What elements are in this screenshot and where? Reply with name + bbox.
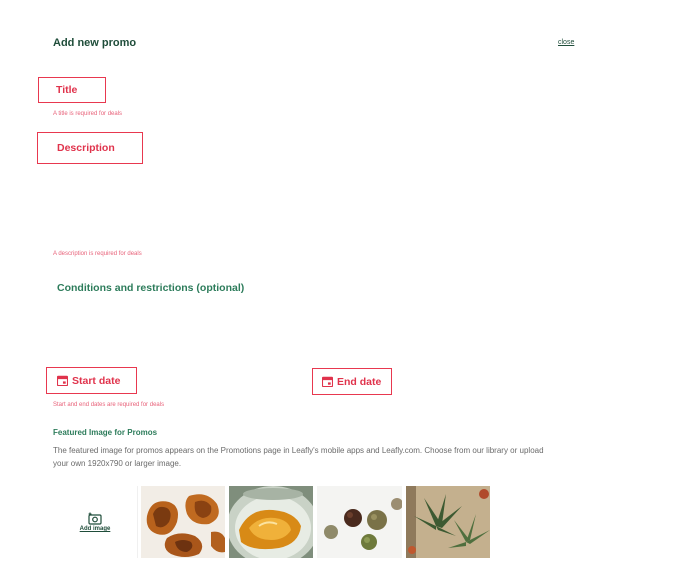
title-input[interactable]: Title	[38, 77, 106, 103]
featured-image-description: The featured image for promos appears on…	[53, 444, 613, 470]
description-error: A description is required for deals	[53, 251, 142, 257]
calendar-icon	[57, 375, 68, 386]
conditions-input[interactable]: Conditions and restrictions (optional)	[52, 278, 612, 338]
calendar-icon	[322, 376, 333, 387]
close-link[interactable]: close	[558, 39, 574, 46]
library-image-2[interactable]	[229, 486, 313, 558]
end-date-label: End date	[337, 375, 382, 388]
add-image-icon	[88, 512, 102, 525]
featured-image-title: Featured Image for Promos	[53, 428, 158, 437]
dates-error: Start and end dates are required for dea…	[53, 402, 165, 408]
end-date-button[interactable]: End date	[312, 368, 392, 395]
featured-description-line-2: your own 1920x790 or larger image.	[53, 459, 182, 468]
title-label: Title	[56, 84, 78, 96]
add-image-label: Add image	[79, 526, 111, 532]
concentrate-photo	[141, 486, 225, 558]
featured-description-line-1: The featured image for promos appears on…	[53, 446, 544, 455]
library-image-1[interactable]	[141, 486, 225, 558]
shatter-dish-photo	[229, 486, 313, 558]
cannabis-leaves-photo	[406, 486, 490, 558]
library-image-4[interactable]	[406, 486, 490, 558]
library-image-3[interactable]	[317, 486, 402, 558]
herbs-photo	[317, 486, 402, 558]
description-input[interactable]: Description	[37, 132, 143, 164]
conditions-label: Conditions and restrictions (optional)	[57, 282, 245, 294]
start-date-label: Start date	[72, 374, 121, 387]
page-title: Add new promo	[53, 37, 137, 49]
start-date-button[interactable]: Start date	[46, 367, 137, 394]
title-error: A title is required for deals	[53, 111, 123, 117]
add-image-button[interactable]: Add image	[53, 486, 138, 558]
description-label: Description	[57, 142, 115, 154]
